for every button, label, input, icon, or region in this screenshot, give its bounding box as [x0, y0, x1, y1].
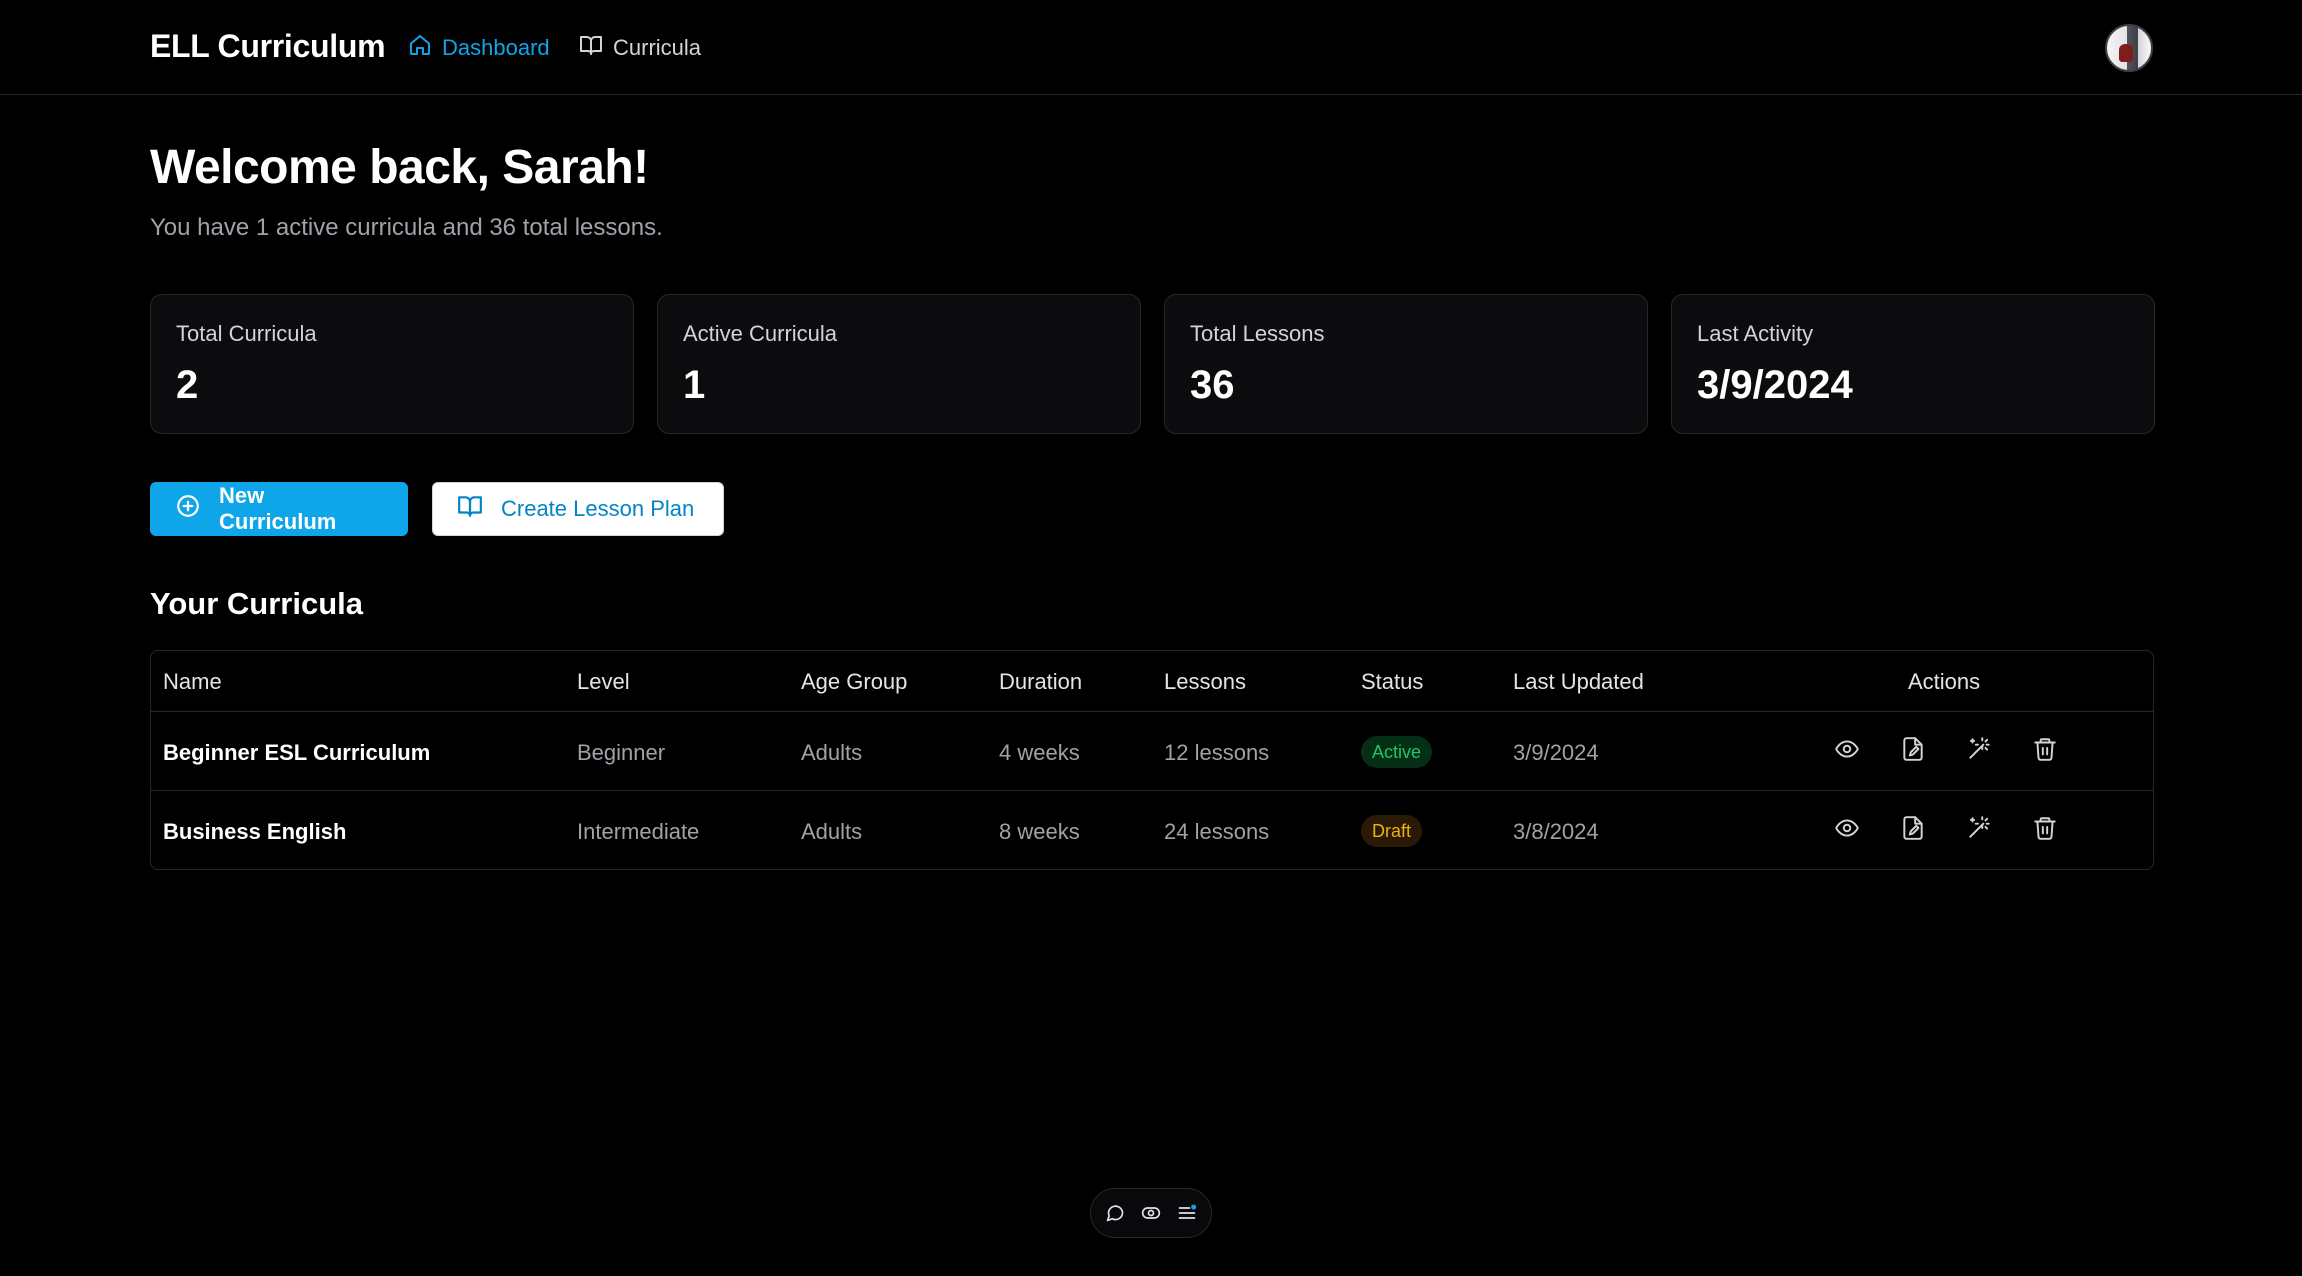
welcome-subtitle: You have 1 active curricula and 36 total… [150, 214, 663, 241]
user-avatar[interactable] [2105, 24, 2153, 72]
column-header-actions: Actions [1908, 669, 1981, 694]
create-lesson-plan-button[interactable]: Create Lesson Plan [432, 482, 724, 536]
column-header-duration: Duration [999, 669, 1083, 694]
cell-lessons: 24 lessons [1164, 819, 1270, 844]
stat-value: 36 [1190, 363, 1235, 407]
cell-duration: 8 weeks [999, 819, 1080, 844]
row-actions [1834, 815, 2058, 841]
trash-icon[interactable] [2032, 736, 2058, 762]
create-lesson-plan-label: Create Lesson Plan [501, 496, 695, 521]
column-header-age-group: Age Group [801, 669, 908, 694]
stat-card-total-curricula: Total Curricula 2 [150, 294, 634, 434]
floating-toolbar [1090, 1188, 1212, 1238]
table-header: Name Level Age Group Duration Lessons St… [151, 651, 2153, 712]
stat-value: 3/9/2024 [1697, 363, 1853, 407]
column-header-lessons: Lessons [1164, 669, 1246, 694]
cell-name[interactable]: Beginner ESL Curriculum [163, 740, 430, 766]
cell-level: Intermediate [577, 819, 700, 844]
column-header-name: Name [163, 669, 222, 694]
stat-label: Total Curricula [176, 321, 317, 346]
wand-icon[interactable] [1966, 815, 1992, 841]
stat-card-last-activity: Last Activity 3/9/2024 [1671, 294, 2155, 434]
status-badge: Active [1361, 736, 1433, 768]
curricula-table: Name Level Age Group Duration Lessons St… [150, 650, 2154, 870]
nav-dashboard-label: Dashboard [442, 35, 550, 60]
trash-icon[interactable] [2032, 815, 2058, 841]
eye-icon[interactable] [1834, 815, 1860, 841]
stat-value: 2 [176, 363, 199, 407]
stat-card-total-lessons: Total Lessons 36 [1164, 294, 1648, 434]
status-badge: Draft [1361, 815, 1423, 847]
column-header-status: Status [1361, 669, 1424, 694]
cell-level: Beginner [577, 740, 666, 765]
eye-toggle-icon[interactable] [1141, 1203, 1161, 1223]
chat-icon[interactable] [1105, 1203, 1125, 1223]
top-navbar: ELL Curriculum Dashboard Curricula [0, 0, 2302, 95]
stat-label: Last Activity [1697, 321, 1814, 346]
nav-curricula-label: Curricula [613, 35, 702, 60]
column-header-last-updated: Last Updated [1513, 669, 1644, 694]
cell-last-updated: 3/8/2024 [1513, 819, 1599, 844]
book-open-icon [457, 493, 483, 525]
book-open-icon [579, 33, 603, 63]
plus-circle-icon [175, 493, 201, 525]
cell-age-group: Adults [801, 819, 863, 844]
brand-title[interactable]: ELL Curriculum [150, 28, 386, 65]
nav-dashboard[interactable]: Dashboard [408, 30, 550, 66]
section-title: Your Curricula [150, 586, 364, 621]
new-curriculum-label: New Curriculum [219, 483, 337, 534]
home-icon [408, 33, 432, 63]
eye-icon[interactable] [1834, 736, 1860, 762]
stat-value: 1 [683, 363, 706, 407]
wand-icon[interactable] [1966, 736, 1992, 762]
new-curriculum-button[interactable]: New Curriculum [150, 482, 408, 536]
table-row[interactable]: Beginner ESL Curriculum Beginner Adults … [151, 712, 2153, 791]
cell-lessons: 12 lessons [1164, 740, 1270, 765]
cell-age-group: Adults [801, 740, 863, 765]
welcome-heading: Welcome back, Sarah! [150, 141, 649, 194]
cell-duration: 4 weeks [999, 740, 1080, 765]
row-actions [1834, 736, 2058, 762]
column-header-level: Level [577, 669, 630, 694]
stat-label: Total Lessons [1190, 321, 1325, 346]
file-edit-icon[interactable] [1900, 736, 1926, 762]
stat-label: Active Curricula [683, 321, 838, 346]
cell-name[interactable]: Business English [163, 819, 346, 845]
table-row[interactable]: Business English Intermediate Adults 8 w… [151, 791, 2153, 869]
file-edit-icon[interactable] [1900, 815, 1926, 841]
cell-last-updated: 3/9/2024 [1513, 740, 1599, 765]
nav-curricula[interactable]: Curricula [579, 30, 701, 66]
list-icon[interactable] [1177, 1203, 1197, 1223]
stat-card-active-curricula: Active Curricula 1 [657, 294, 1141, 434]
